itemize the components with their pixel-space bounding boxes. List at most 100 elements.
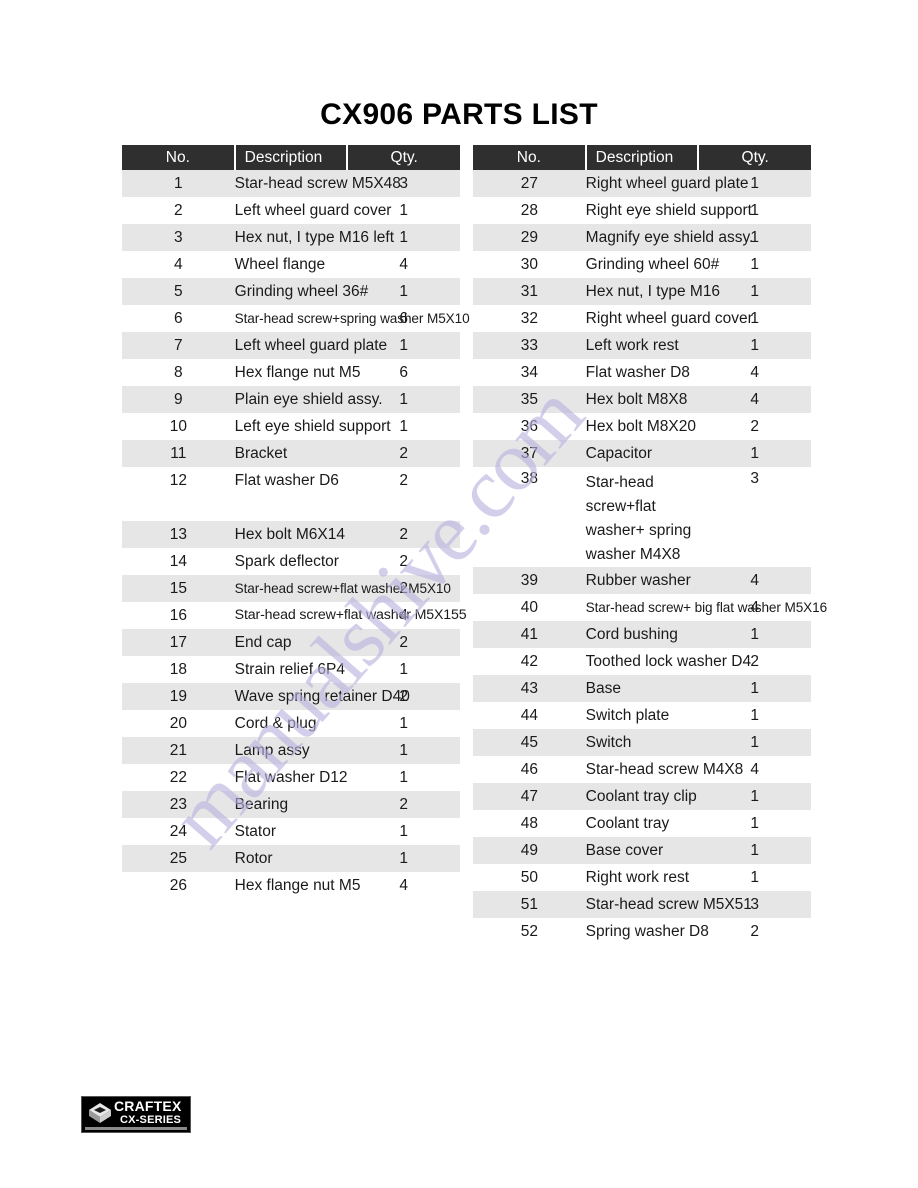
table-row: 3 Hex nut, I type M16 left 1 <box>122 224 460 251</box>
cell-description: Left eye shield support <box>234 413 391 440</box>
cell-quantity: 1 <box>698 621 811 649</box>
cell-part-number: 4 <box>122 251 235 278</box>
parts-table-right: No. Description Qty. 27 Right wheel guard… <box>473 145 827 946</box>
table-row: 37 Capacitor 1 <box>473 440 811 467</box>
cell-part-number: 1 <box>122 170 235 197</box>
cell-description: Spark deflector <box>234 548 348 575</box>
cell-quantity: 2 <box>347 440 460 467</box>
column-header-no: No. <box>122 145 236 170</box>
cell-part-number: 36 <box>473 413 586 440</box>
cell-part-number: 2 <box>122 197 235 224</box>
cell-part-number: 51 <box>473 891 586 919</box>
table-row: 40Star-head screw+ big flat washer M5X16… <box>473 594 827 622</box>
cell-description: Left work rest <box>585 332 699 359</box>
cell-description: Hex bolt M6X14 <box>234 521 348 548</box>
cell-part-number: 44 <box>473 702 586 730</box>
cell-description: Star-head screw+ big flat washer M5X16 <box>585 594 827 622</box>
cell-quantity: 2 <box>347 521 460 548</box>
cell-description: Left wheel guard plate <box>234 332 387 359</box>
cell-description: Magnify eye shield assy. <box>585 224 753 251</box>
cell-description: Grinding wheel 60# <box>585 251 719 278</box>
table-row: 21 Lamp assy 1 <box>122 737 460 764</box>
table-row: 44 Switch plate 1 <box>473 702 811 730</box>
cell-part-number: 35 <box>473 386 586 413</box>
table-header-row: No. Description Qty. <box>473 145 811 170</box>
cell-part-number: 48 <box>473 810 586 838</box>
table-row: 14 Spark deflector 2 <box>122 548 460 575</box>
cell-part-number: 20 <box>122 710 235 737</box>
table-row: 49 Base cover 1 <box>473 837 811 865</box>
cell-part-number: 11 <box>122 440 235 467</box>
cell-description: Wheel flange <box>234 251 348 278</box>
cell-description: Stator <box>234 818 348 845</box>
table-row: 32 Right wheel guard cover 1 <box>473 305 811 332</box>
cell-description: Hex nut, I type M16 <box>585 278 720 305</box>
table-row: 31 Hex nut, I type M16 1 <box>473 278 811 305</box>
table-row: 6Star-head screw+spring washer M5X106 <box>122 305 470 332</box>
logo-bottom-bar <box>85 1127 187 1130</box>
cell-part-number: 5 <box>122 278 235 305</box>
cell-part-number: 29 <box>473 224 586 251</box>
table-row: 23 Bearing 2 <box>122 791 460 818</box>
cell-quantity: 2 <box>347 467 460 494</box>
cell-quantity: 1 <box>698 729 811 757</box>
table-row: 18 Strain relief 6P4 1 <box>122 656 460 683</box>
cell-quantity: 1 <box>347 710 460 737</box>
cell-part-number: 46 <box>473 756 586 784</box>
table-row: 19 Wave spring retainer D40 2 <box>122 683 460 710</box>
cell-quantity: 1 <box>698 837 811 865</box>
cell-part-number: 21 <box>122 737 235 764</box>
cell-part-number: 14 <box>122 548 235 575</box>
cell-part-number: 30 <box>473 251 586 278</box>
cell-part-number: 9 <box>122 386 235 413</box>
table-row: 43 Base 1 <box>473 675 811 703</box>
cell-part-number: 19 <box>122 683 235 710</box>
cell-quantity: 1 <box>698 675 811 703</box>
cell-description: Flat washer D6 <box>234 467 348 494</box>
table-row: 24 Stator 1 <box>122 818 460 845</box>
table-row: 52 Spring washer D8 2 <box>473 918 811 946</box>
cell-quantity: 2 <box>347 791 460 818</box>
cell-description: Star-head screw+flat washer M5X155 <box>234 602 467 629</box>
cell-description: Hex bolt M8X8 <box>585 386 699 413</box>
cell-description: Right wheel guard cover <box>585 305 753 332</box>
column-header-qty: Qty. <box>347 145 460 170</box>
table-row: 7 Left wheel guard plate 1 <box>122 332 460 359</box>
cell-quantity: 1 <box>347 764 460 791</box>
cell-description: Star-head screw+flat washer+ spring wash… <box>585 467 699 568</box>
cell-description: Cord bushing <box>585 621 699 649</box>
table-row: 35 Hex bolt M8X8 4 <box>473 386 811 413</box>
table-row: 11 Bracket 2 <box>122 440 460 467</box>
table-row: 42 Toothed lock washer D4 2 <box>473 648 811 676</box>
logo-brand-text: CRAFTEX <box>114 1098 182 1114</box>
cell-description: Flat washer D8 <box>585 359 699 386</box>
cell-quantity: 2 <box>347 548 460 575</box>
cell-description: Coolant tray <box>585 810 699 838</box>
cell-part-number: 31 <box>473 278 586 305</box>
table-row: 25 Rotor 1 <box>122 845 460 872</box>
table-row: 17 End cap 2 <box>122 629 460 656</box>
cell-part-number: 10 <box>122 413 235 440</box>
cell-quantity: 2 <box>698 918 811 946</box>
table-row: 29 Magnify eye shield assy. 1 <box>473 224 811 251</box>
table-row: 12 Flat washer D6 2 <box>122 467 460 494</box>
table-row: 5 Grinding wheel 36# 1 <box>122 278 460 305</box>
cell-part-number: 22 <box>122 764 235 791</box>
cell-description: Right work rest <box>585 864 699 892</box>
cell-description: Toothed lock washer D4 <box>585 648 751 676</box>
table-row: 34 Flat washer D8 4 <box>473 359 811 386</box>
table-row: 4 Wheel flange 4 <box>122 251 460 278</box>
cell-part-number: 12 <box>122 467 235 494</box>
cell-description: Plain eye shield assy. <box>234 386 383 413</box>
table-row: 39 Rubber washer 4 <box>473 567 811 595</box>
cell-description: Base <box>585 675 699 703</box>
cell-description: Star-head screw M5X51 <box>585 891 752 919</box>
cell-quantity: 6 <box>347 359 460 386</box>
cell-part-number: 7 <box>122 332 235 359</box>
cell-part-number: 32 <box>473 305 586 332</box>
cell-part-number: 34 <box>473 359 586 386</box>
cell-part-number: 50 <box>473 864 586 892</box>
column-header-qty: Qty. <box>698 145 811 170</box>
cell-description: Spring washer D8 <box>585 918 709 946</box>
table-row: 20 Cord & plug 1 <box>122 710 460 737</box>
